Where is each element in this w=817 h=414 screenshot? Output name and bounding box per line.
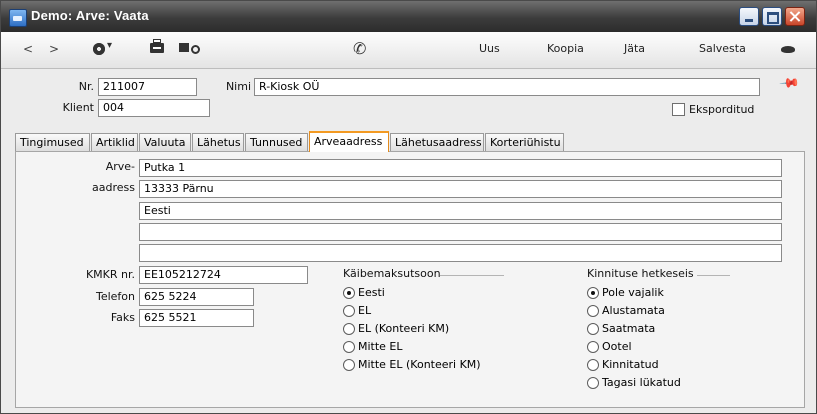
document-window: Demo: Arve: Vaata < > ✆ Uus Koopia Jäta … [0, 0, 817, 414]
tab-arveaadress[interactable]: Arveaadress [309, 131, 389, 152]
tab-korteriuhistu[interactable]: Korteriühistu [485, 133, 564, 151]
address-line-4[interactable] [139, 223, 782, 241]
exported-label: Eksporditud [689, 103, 755, 116]
tab-tingimused[interactable]: Tingimused [15, 133, 90, 151]
vat-zone-divider [440, 275, 504, 276]
vat-zone-option-mitte-el[interactable]: Mitte EL [343, 338, 403, 356]
vat-zone-option-eesti[interactable]: Eesti [343, 284, 385, 302]
vat-number-field[interactable]: EE105212724 [139, 266, 308, 284]
vat-zone-title: Käibemaksutsoon [343, 267, 441, 280]
invoice-address-pane: Arve- aadress Putka 1 13333 Pärnu Eesti … [15, 151, 805, 408]
tab-artiklid[interactable]: Artiklid [91, 133, 138, 151]
invoice-address-label-line1: Arve- [105, 160, 135, 173]
app-icon [9, 9, 27, 27]
radio-selected-icon [343, 287, 355, 299]
confirmation-status-divider [697, 275, 730, 276]
radio-icon [343, 341, 355, 353]
confirmation-option-tagasi-lukatud[interactable]: Tagasi lükatud [587, 374, 681, 392]
phone-field[interactable]: 625 5224 [139, 288, 254, 306]
name-field[interactable]: R-Kiosk OÜ [254, 78, 760, 96]
address-line-2[interactable]: 13333 Pärnu [139, 180, 782, 198]
tab-lahetusaadress[interactable]: Lähetusaadress [390, 133, 484, 151]
fax-field[interactable]: 625 5521 [139, 309, 254, 327]
record-panel: Nr. 211007 Nimi R-Kiosk OÜ 📌 Klient 004 … [1, 69, 816, 413]
tab-tunnused[interactable]: Tunnused [245, 133, 308, 151]
radio-selected-icon [587, 287, 599, 299]
tab-lahetus[interactable]: Lähetus [192, 133, 244, 151]
title-bar[interactable]: Demo: Arve: Vaata [1, 1, 816, 32]
address-line-5[interactable] [139, 244, 782, 262]
window-title: Demo: Arve: Vaata [31, 8, 149, 23]
radio-icon [587, 377, 599, 389]
nr-label: Nr. [78, 80, 94, 93]
address-line-3[interactable]: Eesti [139, 202, 782, 220]
vat-zone-option-el-konteeri[interactable]: EL (Konteeri KM) [343, 320, 449, 338]
minimize-button[interactable] [739, 7, 759, 26]
vat-number-label: KMKR nr. [85, 268, 135, 281]
radio-icon [343, 323, 355, 335]
phone-label: Telefon [95, 290, 135, 303]
fax-label: Faks [110, 311, 135, 324]
radio-icon [587, 305, 599, 317]
address-line-1[interactable]: Putka 1 [139, 159, 782, 177]
nr-field[interactable]: 211007 [98, 78, 197, 96]
confirmation-option-ootel[interactable]: Ootel [587, 338, 632, 356]
close-button[interactable] [785, 7, 805, 26]
name-label: Nimi [225, 80, 251, 93]
invoice-address-label-line2: aadress [92, 181, 135, 194]
confirmation-option-pole-vajalik[interactable]: Pole vajalik [587, 284, 664, 302]
radio-icon [343, 359, 355, 371]
maximize-button[interactable] [762, 7, 782, 26]
phone-icon[interactable]: ✆ [353, 39, 366, 58]
pin-icon[interactable]: 📌 [778, 73, 800, 95]
radio-icon [587, 323, 599, 335]
radio-icon [587, 359, 599, 371]
confirmation-option-saatmata[interactable]: Saatmata [587, 320, 655, 338]
exported-checkbox[interactable] [672, 103, 685, 116]
vat-zone-option-mitte-el-konteeri[interactable]: Mitte EL (Konteeri KM) [343, 356, 481, 374]
confirmation-status-title: Kinnituse hetkeseis [587, 267, 694, 280]
eye-icon[interactable] [781, 46, 795, 53]
skip-button[interactable]: Jäta [624, 40, 645, 58]
new-button[interactable]: Uus [479, 40, 500, 58]
radio-icon [587, 341, 599, 353]
print-preview-icon[interactable] [179, 43, 200, 54]
tab-valuuta[interactable]: Valuuta [139, 133, 191, 151]
client-field[interactable]: 004 [98, 99, 210, 117]
radio-icon [343, 305, 355, 317]
confirmation-option-alustamata[interactable]: Alustamata [587, 302, 665, 320]
confirmation-option-kinnitatud[interactable]: Kinnitatud [587, 356, 659, 374]
toolbar: < > ✆ Uus Koopia Jäta Salvesta [1, 32, 816, 69]
vat-zone-option-el[interactable]: EL [343, 302, 371, 320]
printer-icon[interactable] [150, 39, 164, 53]
previous-record-button[interactable]: < [23, 40, 33, 58]
gear-icon[interactable] [93, 40, 112, 55]
client-label: Klient [62, 101, 94, 114]
next-record-button[interactable]: > [49, 40, 59, 58]
copy-button[interactable]: Koopia [547, 40, 584, 58]
save-button[interactable]: Salvesta [699, 40, 746, 58]
